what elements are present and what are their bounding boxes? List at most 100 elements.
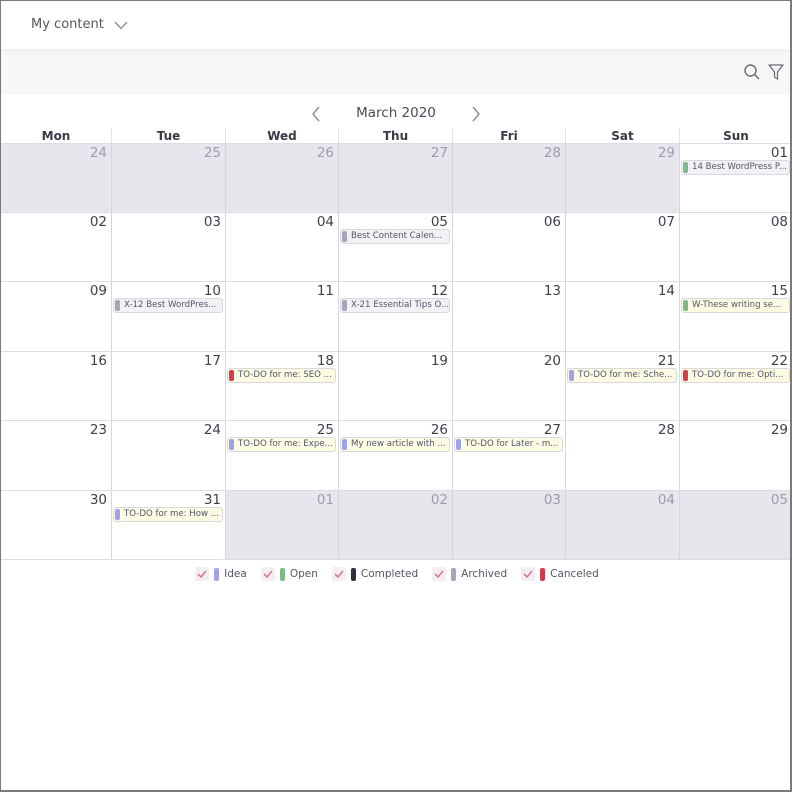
calendar-toolbar xyxy=(1,49,790,95)
calendar-day-cell[interactable]: 10 X-12 Best WordPres... xyxy=(111,282,225,351)
calendar-day-cell[interactable]: 16 xyxy=(1,351,111,420)
day-number: 24 xyxy=(203,422,221,438)
checkmark-icon[interactable] xyxy=(331,567,346,581)
calendar-day-cell[interactable]: 15 W-These writing se... xyxy=(679,282,790,351)
day-number: 10 xyxy=(203,283,221,299)
calendar-event[interactable]: TO-DO for me: Expe... xyxy=(227,437,336,452)
calendar-day-cell[interactable]: 01 xyxy=(225,490,338,559)
legend-item-idea[interactable]: Idea xyxy=(195,567,247,581)
legend-label: Idea xyxy=(224,568,247,580)
calendar-event[interactable]: TO-DO for Later - m... xyxy=(454,437,563,452)
calendar-event[interactable]: W-These writing se... xyxy=(681,298,790,313)
calendar-day-cell[interactable]: 08 xyxy=(679,212,790,281)
top-bar: My content xyxy=(1,1,790,49)
calendar-day-cell[interactable]: 24 xyxy=(111,421,225,490)
calendar-day-cell[interactable]: 29 xyxy=(565,144,679,212)
calendar-event[interactable]: TO-DO for me: Sche... xyxy=(567,367,677,383)
calendar-day-cell[interactable]: 24 xyxy=(1,144,111,212)
calendar-day-cell[interactable]: 26 xyxy=(225,144,338,212)
day-number: 25 xyxy=(316,422,334,438)
calendar-day-cell[interactable]: 27 TO-DO for Later - m... xyxy=(452,421,565,490)
calendar-day-cell[interactable]: 18 TO-DO for me: SEO ... xyxy=(225,351,338,420)
calendar-event[interactable]: My new article with ... xyxy=(340,437,450,452)
calendar-week-row: 24 25 26 27 28 29 01 14 Best WordPress P... xyxy=(1,143,790,213)
day-number: 04 xyxy=(657,491,675,508)
calendar-event[interactable]: X-21 Essential Tips O... xyxy=(340,298,450,313)
legend-item-completed[interactable]: Completed xyxy=(331,567,419,581)
event-status-marker xyxy=(683,300,688,311)
filter-icon[interactable] xyxy=(767,63,785,81)
calendar-day-cell[interactable]: 20 xyxy=(452,351,565,420)
calendar-day-cell[interactable]: 11 xyxy=(225,282,338,351)
calendar-day-cell[interactable]: 06 xyxy=(452,212,565,281)
chevron-right-icon[interactable] xyxy=(469,105,483,123)
calendar-day-cell[interactable]: 13 xyxy=(452,282,565,351)
legend-item-canceled[interactable]: Canceled xyxy=(521,567,599,581)
calendar-day-cell[interactable]: 03 xyxy=(111,212,225,281)
search-icon[interactable] xyxy=(743,63,761,81)
calendar-event[interactable]: TO-DO for me: SEO ... xyxy=(227,367,336,383)
calendar-event[interactable]: Best Content Calen... xyxy=(340,228,450,244)
event-title: TO-DO for me: Opti... xyxy=(692,369,784,380)
calendar-event[interactable]: 14 Best WordPress P... xyxy=(681,160,790,175)
calendar-day-cell[interactable]: 19 xyxy=(338,351,452,420)
event-status-marker xyxy=(115,508,120,520)
calendar-day-cell[interactable]: 01 14 Best WordPress P... xyxy=(679,144,790,212)
day-number: 04 xyxy=(316,213,334,230)
calendar-day-cell[interactable]: 02 xyxy=(338,490,452,559)
event-title: TO-DO for Later - m... xyxy=(465,439,559,449)
day-number: 24 xyxy=(89,145,107,161)
event-title: X-12 Best WordPres... xyxy=(124,300,217,310)
content-selector[interactable]: My content xyxy=(31,15,128,34)
day-number: 01 xyxy=(316,491,334,508)
legend-label: Open xyxy=(289,568,318,580)
calendar-day-cell[interactable]: 04 xyxy=(225,212,338,281)
calendar-day-cell[interactable]: 03 xyxy=(452,490,565,559)
calendar-week-row: 16 17 18 TO-DO for me: SEO ... 19 20 21 TO-DO f… xyxy=(1,351,790,421)
calendar-day-cell[interactable]: 25 TO-DO for me: Expe... xyxy=(225,421,338,490)
day-number: 30 xyxy=(89,491,107,508)
event-title: TO-DO for me: SEO ... xyxy=(238,369,332,380)
legend-color-swatch xyxy=(214,567,220,581)
calendar-day-cell[interactable]: 09 xyxy=(1,282,111,351)
calendar-day-cell[interactable]: 23 xyxy=(1,421,111,490)
calendar-day-cell[interactable]: 04 xyxy=(565,490,679,559)
calendar-day-cell[interactable]: 05 Best Content Calen... xyxy=(338,212,452,281)
calendar-day-cell[interactable]: 14 xyxy=(565,282,679,351)
day-number: 13 xyxy=(543,283,561,299)
calendar-event[interactable]: TO-DO for me: How ... xyxy=(113,506,223,522)
checkmark-icon[interactable] xyxy=(432,567,447,581)
calendar-day-cell[interactable]: 07 xyxy=(565,212,679,281)
calendar-day-cell[interactable]: 28 xyxy=(452,144,565,212)
day-number: 26 xyxy=(430,422,448,438)
calendar-day-cell[interactable]: 26 My new article with ... xyxy=(338,421,452,490)
event-title: W-These writing se... xyxy=(692,300,782,310)
checkmark-icon[interactable] xyxy=(521,567,536,581)
chevron-down-icon xyxy=(114,15,128,34)
calendar-day-cell[interactable]: 17 xyxy=(111,351,225,420)
calendar-day-cell[interactable]: 22 TO-DO for me: Opti... xyxy=(679,351,790,420)
calendar-event[interactable]: TO-DO for me: Opti... xyxy=(681,367,790,383)
day-number: 29 xyxy=(657,145,675,161)
calendar-day-cell[interactable]: 25 xyxy=(111,144,225,212)
legend-item-open[interactable]: Open xyxy=(260,567,318,581)
calendar-day-cell[interactable]: 30 xyxy=(1,490,111,559)
calendar-day-cell[interactable]: 31 TO-DO for me: How ... xyxy=(111,490,225,559)
calendar-day-cell[interactable]: 21 TO-DO for me: Sche... xyxy=(565,351,679,420)
day-number: 28 xyxy=(543,145,561,161)
calendar-day-cell[interactable]: 29 xyxy=(679,421,790,490)
calendar-day-cell[interactable]: 28 xyxy=(565,421,679,490)
checkmark-icon[interactable] xyxy=(195,567,210,581)
legend-color-swatch xyxy=(540,567,546,581)
calendar-day-cell[interactable]: 27 xyxy=(338,144,452,212)
calendar-event[interactable]: X-12 Best WordPres... xyxy=(113,298,223,313)
legend-item-archived[interactable]: Archived xyxy=(432,567,507,581)
calendar-day-cell[interactable]: 05 xyxy=(679,490,790,559)
checkmark-icon[interactable] xyxy=(260,567,275,581)
calendar-day-cell[interactable]: 02 xyxy=(1,212,111,281)
event-title: TO-DO for me: How ... xyxy=(124,508,219,519)
day-number: 12 xyxy=(430,283,448,299)
weekday-header: Thu xyxy=(338,129,452,143)
legend-label: Completed xyxy=(360,568,419,580)
calendar-day-cell[interactable]: 12 X-21 Essential Tips O... xyxy=(338,282,452,351)
